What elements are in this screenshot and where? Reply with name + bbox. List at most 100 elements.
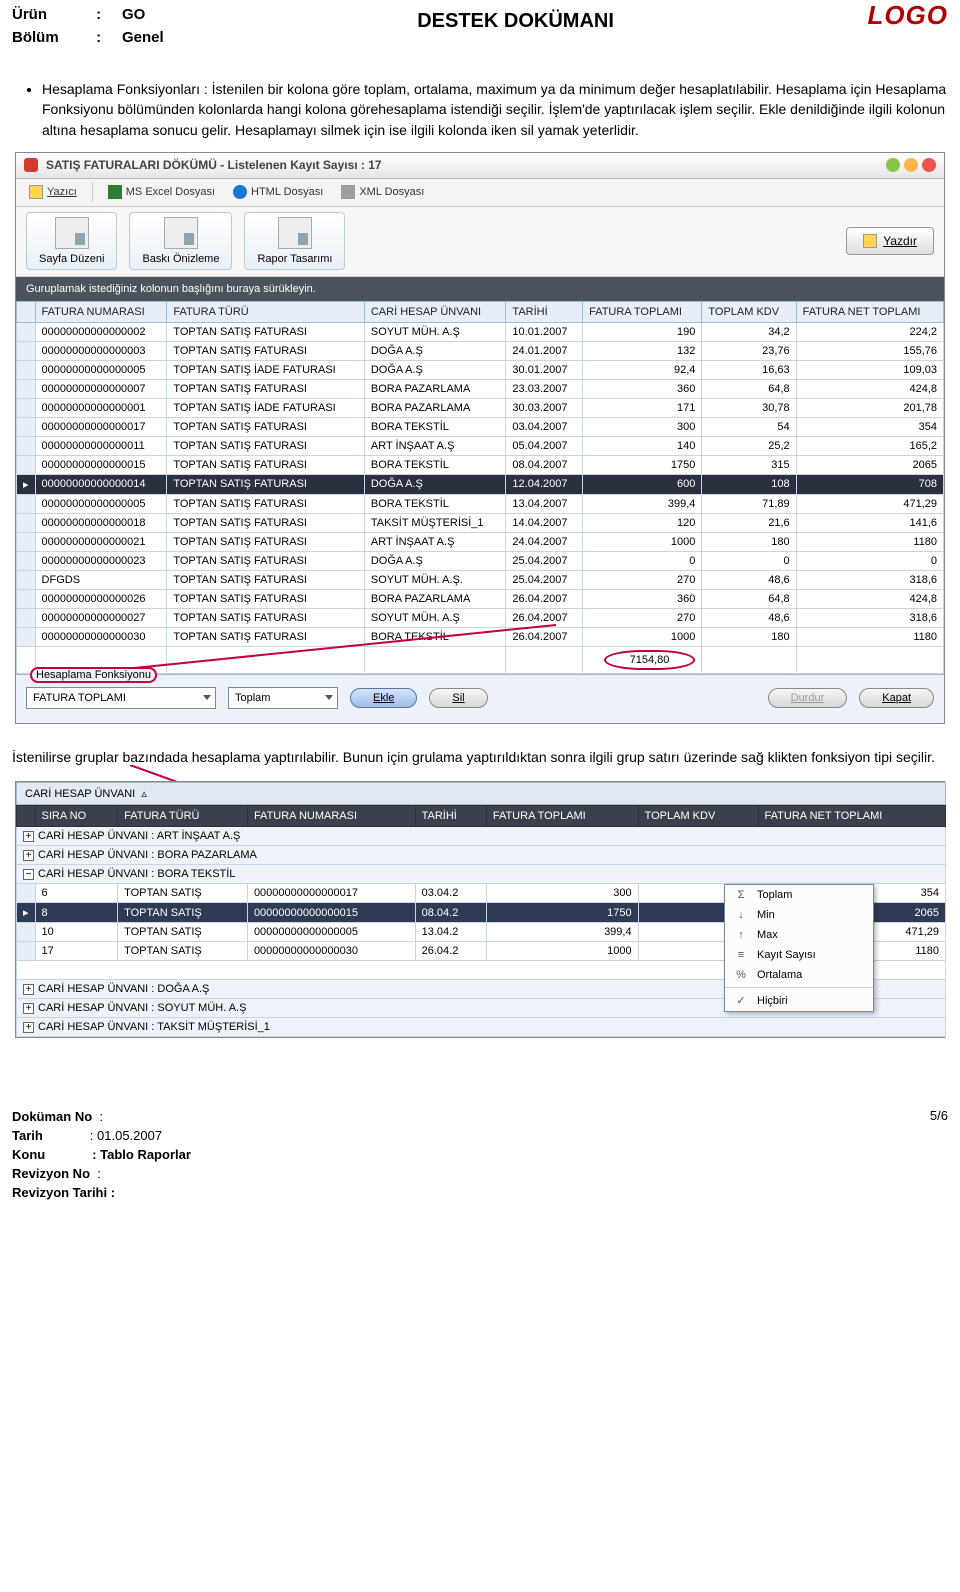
- table-row[interactable]: 00000000000000017TOPTAN SATIŞ FATURASIBO…: [17, 417, 944, 436]
- table-row[interactable]: 00000000000000007TOPTAN SATIŞ FATURASIBO…: [17, 379, 944, 398]
- column-header[interactable]: TARİHİ: [506, 301, 583, 322]
- export-toolbar: Yazıcı MS Excel Dosyası HTML Dosyası XML…: [16, 179, 944, 207]
- table-row[interactable]: 00000000000000030TOPTAN SATIŞ FATURASIBO…: [17, 627, 944, 646]
- xml-icon: [341, 185, 355, 199]
- printer-icon: [863, 234, 877, 248]
- meta-bolum-label: Bölüm: [12, 27, 92, 50]
- excel-button[interactable]: MS Excel Dosyası: [101, 182, 222, 202]
- menu-icon: Σ: [733, 889, 749, 901]
- table-row[interactable]: 00000000000000021TOPTAN SATIŞ FATURASIAR…: [17, 532, 944, 551]
- yazdir-button[interactable]: Yazdır: [846, 227, 934, 255]
- table-row[interactable]: 00000000000000001TOPTAN SATIŞ İADE FATUR…: [17, 398, 944, 417]
- rapor-tasarimi-button[interactable]: Rapor Tasarımı: [244, 212, 345, 270]
- table-row[interactable]: ▸00000000000000014TOPTAN SATIŞ FATURASID…: [17, 474, 944, 494]
- sil-button[interactable]: Sil: [429, 688, 487, 708]
- maximize-icon[interactable]: [904, 158, 918, 172]
- menu-item-min[interactable]: ↓Min: [725, 905, 873, 925]
- page-footer: Doküman No : Tarih : 01.05.2007 Konu : T…: [12, 1108, 948, 1202]
- xml-button[interactable]: XML Dosyası: [334, 182, 431, 202]
- column-header[interactable]: FATURA NET TOPLAMI: [796, 301, 943, 322]
- yazici-button[interactable]: Yazıcı: [22, 182, 84, 202]
- html-button[interactable]: HTML Dosyası: [226, 182, 330, 202]
- baski-onizleme-button[interactable]: Baskı Önizleme: [129, 212, 232, 270]
- bullet-hesaplama: Hesaplama Fonksiyonları : İstenilen bir …: [42, 79, 948, 140]
- group-drop-hint[interactable]: Guruplamak istediğiniz kolonun başlığını…: [16, 277, 944, 301]
- group-row[interactable]: +CARİ HESAP ÜNVANI : TAKSİT MÜŞTERİSİ_1: [17, 1018, 946, 1037]
- menu-item-toplam[interactable]: ΣToplam: [725, 885, 873, 905]
- window-title: SATIŞ FATURALARI DÖKÜMÜ - Listelenen Kay…: [46, 158, 382, 172]
- context-menu[interactable]: ΣToplam↓Min↑Max≡Kayıt Sayısı%Ortalama ✓Hi…: [724, 884, 874, 1012]
- column-header[interactable]: TARİHİ: [415, 806, 486, 827]
- column-header[interactable]: TOPLAM KDV: [638, 806, 758, 827]
- table-row[interactable]: 00000000000000002TOPTAN SATIŞ FATURASISO…: [17, 322, 944, 341]
- menu-icon: ↑: [733, 929, 749, 941]
- column-header[interactable]: TOPLAM KDV: [702, 301, 796, 322]
- plus-icon[interactable]: +: [23, 831, 34, 842]
- menu-icon: ✓: [733, 994, 749, 1007]
- table-row[interactable]: 00000000000000005TOPTAN SATIŞ İADE FATUR…: [17, 360, 944, 379]
- column-header[interactable]: FATURA NET TOPLAMI: [758, 806, 945, 827]
- column-header[interactable]: FATURA TÜRÜ: [118, 806, 248, 827]
- menu-icon: %: [733, 969, 749, 981]
- group-row[interactable]: −CARİ HESAP ÜNVANI : BORA TEKSTİL: [17, 865, 946, 884]
- column-header[interactable]: FATURA TOPLAMI: [486, 806, 638, 827]
- ekle-button[interactable]: Ekle: [350, 688, 417, 708]
- plus-icon[interactable]: +: [23, 850, 34, 861]
- chevron-down-icon: [203, 695, 211, 700]
- menu-icon: ↓: [733, 909, 749, 921]
- kapat-button[interactable]: Kapat: [859, 688, 934, 708]
- group-row[interactable]: +CARİ HESAP ÜNVANI : ART İNŞAAT A.Ş: [17, 827, 946, 846]
- table-row[interactable]: 00000000000000005TOPTAN SATIŞ FATURASIBO…: [17, 494, 944, 513]
- column-header[interactable]: FATURA TÜRÜ: [167, 301, 365, 322]
- preview-icon: [164, 217, 198, 249]
- html-icon: [233, 185, 247, 199]
- meta-urun-label: Ürün: [12, 4, 92, 27]
- table-row[interactable]: 00000000000000011TOPTAN SATIŞ FATURASIAR…: [17, 436, 944, 455]
- sayfa-duzeni-button[interactable]: Sayfa Düzeni: [26, 212, 117, 270]
- menu-item-hiçbiri[interactable]: ✓Hiçbiri: [725, 990, 873, 1011]
- data-grid[interactable]: FATURA NUMARASIFATURA TÜRÜCARİ HESAP ÜNV…: [16, 301, 944, 674]
- table-row[interactable]: DFGDSTOPTAN SATIŞ FATURASISOYUT MÜH. A.Ş…: [17, 570, 944, 589]
- window-titlebar: SATIŞ FATURALARI DÖKÜMÜ - Listelenen Kay…: [16, 153, 944, 179]
- table-row[interactable]: 00000000000000015TOPTAN SATIŞ FATURASIBO…: [17, 455, 944, 474]
- column-combo[interactable]: FATURA TOPLAMI: [26, 687, 216, 709]
- grouped-by-header[interactable]: CARİ HESAP ÜNVANI ▵: [16, 782, 946, 805]
- column-header[interactable]: SIRA NO: [35, 806, 118, 827]
- excel-icon: [108, 185, 122, 199]
- app-icon: [24, 158, 38, 172]
- screenshot-1: SATIŞ FATURALARI DÖKÜMÜ - Listelenen Kay…: [15, 152, 945, 724]
- minimize-icon[interactable]: [886, 158, 900, 172]
- doc-title: DESTEK DOKÜMANI: [164, 10, 868, 33]
- column-header[interactable]: FATURA TOPLAMI: [583, 301, 702, 322]
- table-row[interactable]: 00000000000000023TOPTAN SATIŞ FATURASIDO…: [17, 551, 944, 570]
- plus-icon[interactable]: +: [23, 1003, 34, 1014]
- hesaplama-legend: Hesaplama Fonksiyonu: [30, 667, 157, 683]
- table-row[interactable]: 00000000000000003TOPTAN SATIŞ FATURASIDO…: [17, 341, 944, 360]
- report-design-icon: [278, 217, 312, 249]
- table-row[interactable]: 00000000000000018TOPTAN SATIŞ FATURASITA…: [17, 513, 944, 532]
- screenshot-2: CARİ HESAP ÜNVANI ▵ SIRA NOFATURA TÜRÜFA…: [15, 781, 945, 1038]
- table-row[interactable]: 00000000000000027TOPTAN SATIŞ FATURASISO…: [17, 608, 944, 627]
- menu-item-kayıt sayısı[interactable]: ≡Kayıt Sayısı: [725, 945, 873, 965]
- report-toolbar: Sayfa Düzeni Baskı Önizleme Rapor Tasarı…: [16, 207, 944, 277]
- durdur-button[interactable]: Durdur: [768, 688, 848, 708]
- plus-icon[interactable]: +: [23, 1022, 34, 1033]
- column-header[interactable]: FATURA NUMARASI: [247, 806, 415, 827]
- meta-bolum-value: Genel: [122, 29, 164, 46]
- menu-item-ortalama[interactable]: %Ortalama: [725, 965, 873, 985]
- minus-icon[interactable]: −: [23, 869, 34, 880]
- group-row[interactable]: +CARİ HESAP ÜNVANI : BORA PAZARLAMA: [17, 846, 946, 865]
- column-header[interactable]: FATURA NUMARASI: [35, 301, 167, 322]
- sum-row: 7154,80: [17, 646, 944, 673]
- table-row[interactable]: 00000000000000026TOPTAN SATIŞ FATURASIBO…: [17, 589, 944, 608]
- column-header[interactable]: CARİ HESAP ÜNVANI: [364, 301, 506, 322]
- sum-value: 7154,80: [604, 650, 696, 670]
- operation-combo[interactable]: Toplam: [228, 687, 338, 709]
- menu-item-max[interactable]: ↑Max: [725, 925, 873, 945]
- plus-icon[interactable]: +: [23, 984, 34, 995]
- page-number: 5/6: [930, 1108, 948, 1202]
- doc-meta: Ürün : GO Bölüm : Genel: [12, 4, 164, 49]
- chevron-down-icon: [325, 695, 333, 700]
- close-icon[interactable]: [922, 158, 936, 172]
- menu-icon: ≡: [733, 949, 749, 961]
